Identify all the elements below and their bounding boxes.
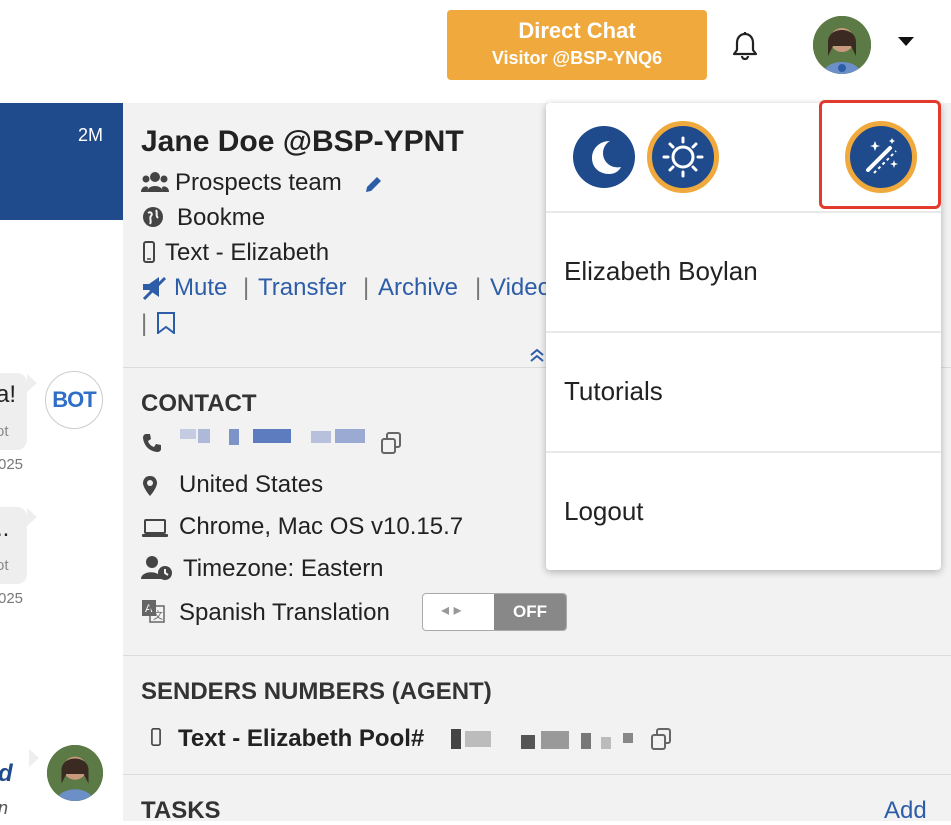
user-dropdown-menu: Elizabeth Boylan Tutorials Logout: [546, 100, 941, 570]
chevron-down-icon[interactable]: [896, 34, 916, 53]
tutorials-label: Tutorials: [564, 376, 663, 406]
agent-avatar: [47, 745, 103, 801]
menu-item-logout[interactable]: Logout: [546, 453, 941, 569]
phone-icon: [142, 433, 162, 458]
redacted-number: [451, 729, 461, 749]
bubble-tail: [27, 508, 37, 526]
mobile-phone-icon: [151, 728, 161, 751]
direct-chat-title: Direct Chat: [518, 18, 636, 43]
message-bubble: a! ot: [0, 373, 27, 450]
copy-icon[interactable]: [650, 728, 672, 755]
agent-message-text: d: [0, 760, 13, 788]
globe-icon: [142, 206, 164, 233]
message-timestamp: 025: [0, 456, 24, 473]
archive-link[interactable]: Archive: [378, 274, 458, 302]
user-clock-icon: [141, 555, 173, 586]
channel-name: Text - Elizabeth: [165, 239, 330, 266]
sun-icon[interactable]: [647, 121, 719, 193]
mobile-phone-icon: [143, 241, 155, 268]
bookmark-icon[interactable]: [156, 312, 176, 339]
redacted-number: [465, 731, 491, 747]
divider: [123, 655, 951, 656]
action-separator: |: [243, 274, 250, 301]
users-icon: [141, 170, 169, 199]
pencil-icon[interactable]: [363, 175, 383, 200]
video-link[interactable]: Video: [490, 274, 551, 302]
menu-item-username[interactable]: Elizabeth Boylan: [546, 213, 941, 329]
contact-section-title: CONTACT: [141, 390, 257, 417]
svg-text:A: A: [145, 603, 153, 615]
moon-icon[interactable]: [573, 126, 635, 188]
username-label: Elizabeth Boylan: [564, 256, 758, 286]
translation-label: Spanish Translation: [179, 599, 390, 626]
svg-text:文: 文: [153, 609, 163, 622]
direct-chat-button[interactable]: Direct Chat Visitor @BSP-YNQ6: [447, 10, 707, 80]
collapse-up-icon[interactable]: [528, 347, 546, 368]
mute-icon[interactable]: [141, 275, 169, 306]
bell-icon[interactable]: [729, 30, 761, 62]
copy-icon[interactable]: [380, 432, 402, 459]
redacted-phone: [180, 429, 196, 439]
team-name: Prospects team: [175, 169, 342, 196]
bot-avatar-label: BOT: [52, 387, 96, 412]
redacted-number: [581, 733, 591, 749]
translation-toggle[interactable]: ◂ ▸ OFF: [422, 593, 567, 631]
site-name: Bookme: [177, 204, 266, 231]
message-text: ..: [0, 515, 10, 542]
mute-link[interactable]: Mute: [174, 274, 227, 302]
contact-country: United States: [179, 471, 324, 498]
user-avatar[interactable]: [813, 16, 871, 74]
active-conversation[interactable]: 2M: [0, 103, 123, 220]
redacted-phone: [229, 429, 239, 445]
contact-timezone: Timezone: Eastern: [183, 555, 384, 582]
toggle-arrows-icon: ◂ ▸: [441, 602, 462, 619]
magic-wand-icon[interactable]: [845, 121, 917, 193]
action-separator: |: [141, 310, 148, 337]
redacted-phone: [311, 431, 331, 443]
bubble-tail: [29, 749, 39, 767]
action-separator: |: [475, 274, 482, 301]
redacted-number: [623, 733, 633, 743]
redacted-phone: [198, 429, 210, 443]
agent-message-sender: n: [0, 798, 8, 819]
message-sender: ot: [0, 557, 9, 574]
redacted-number: [541, 731, 569, 749]
direct-chat-visitor: Visitor @BSP-YNQ6: [491, 48, 663, 68]
map-pin-icon: [142, 475, 158, 502]
message-bubble: .. ot: [0, 507, 27, 584]
message-text: a!: [0, 381, 17, 408]
menu-item-tutorials[interactable]: Tutorials: [546, 333, 941, 449]
sender-pool: Text - Elizabeth Pool#: [178, 725, 425, 752]
translate-icon: A文: [141, 599, 165, 628]
redacted-phone: [253, 429, 291, 443]
logout-label: Logout: [564, 496, 644, 526]
message-timestamp: 025: [0, 590, 24, 607]
divider: [123, 774, 951, 775]
action-separator: |: [363, 274, 370, 301]
toggle-state: OFF: [494, 594, 566, 630]
conversation-time: 2M: [77, 125, 103, 145]
contact-browser: Chrome, Mac OS v10.15.7: [179, 513, 464, 540]
redacted-phone: [335, 429, 365, 443]
transfer-link[interactable]: Transfer: [258, 274, 346, 302]
laptop-icon: [141, 518, 169, 543]
contact-name: Jane Doe @BSP-YPNT: [141, 125, 464, 158]
message-sender: ot: [0, 423, 9, 440]
bubble-tail: [27, 374, 37, 392]
redacted-number: [521, 735, 535, 749]
redacted-number: [601, 737, 611, 749]
bot-avatar: BOT: [45, 371, 103, 429]
senders-section-title: SENDERS NUMBERS (AGENT): [141, 678, 492, 705]
